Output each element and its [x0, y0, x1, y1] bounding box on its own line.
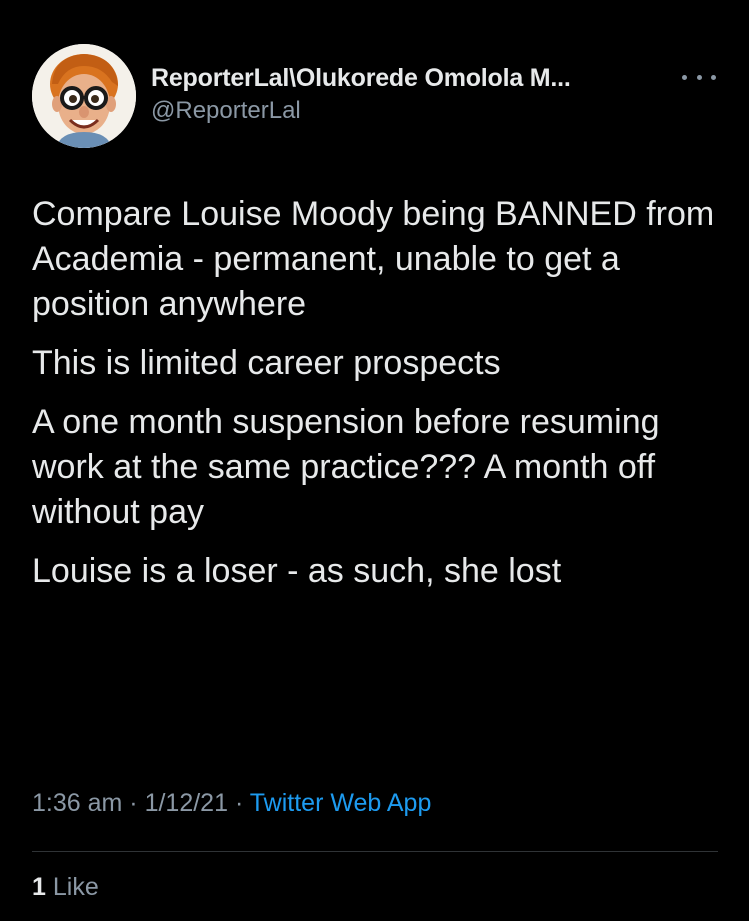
likes-label: Like — [52, 873, 99, 901]
tweet-source-link[interactable]: Twitter Web App — [250, 789, 432, 817]
likes-count: 1 — [32, 873, 46, 901]
tweet-time[interactable]: 1:36 am — [32, 789, 122, 817]
more-dot — [682, 74, 687, 80]
tweet-date[interactable]: 1/12/21 — [145, 789, 228, 817]
tweet-body: Compare Louise Moody being BANNED from A… — [32, 192, 722, 608]
tweet-meta: 1:36 am · 1/12/21 · Twitter Web App — [32, 789, 431, 818]
tweet-paragraph: This is limited career prospects — [32, 344, 501, 382]
more-options-icon[interactable] — [682, 68, 716, 86]
author-display-name[interactable]: ReporterLal\Olukorede Omolola M... — [151, 64, 671, 93]
avatar[interactable] — [32, 44, 136, 148]
author-info: ReporterLal\Olukorede Omolola M... @Repo… — [151, 64, 671, 125]
meta-separator: · — [234, 789, 244, 817]
more-dot — [696, 74, 702, 80]
more-dot — [711, 74, 716, 80]
tweet-paragraph: A one month suspension before resuming w… — [32, 403, 660, 531]
likes-stat[interactable]: 1 Like — [32, 873, 99, 902]
meta-separator: · — [129, 789, 138, 817]
tweet-paragraph: Louise is a loser - as such, she lost — [32, 552, 562, 590]
tweet-paragraph: Compare Louise Moody being BANNED from A… — [32, 195, 715, 323]
tweet-header: ReporterLal\Olukorede Omolola M... @Repo… — [32, 44, 722, 148]
author-handle[interactable]: @ReporterLal — [151, 97, 671, 125]
divider — [32, 851, 718, 852]
cartoon-face-icon — [32, 44, 136, 148]
